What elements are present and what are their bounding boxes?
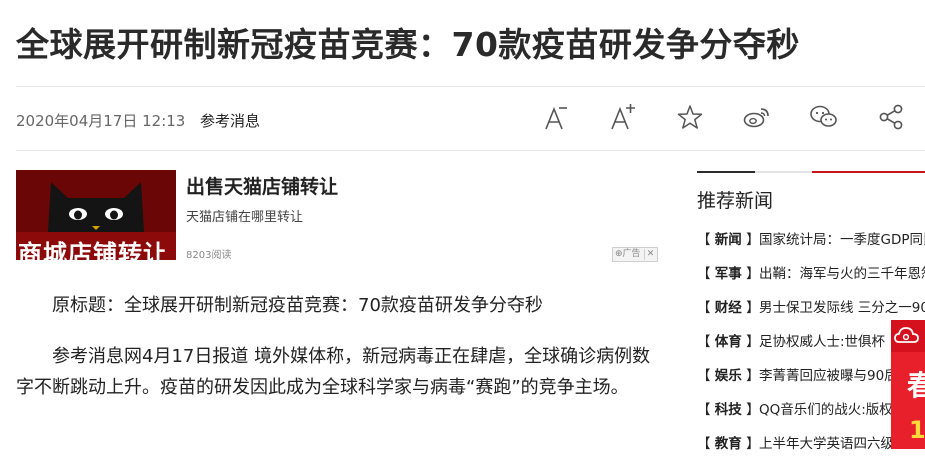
news-category: 【 军事 】 bbox=[697, 266, 760, 282]
news-headline[interactable]: QQ音乐们的战火:版权 bbox=[759, 402, 893, 418]
sidebar-title: 推荐新闻 bbox=[697, 190, 774, 212]
article-source[interactable]: 参考消息 bbox=[200, 110, 260, 131]
promo-number: 1 bbox=[909, 416, 925, 444]
news-headline[interactable]: 男士保卫发际线 三分之一90后 bbox=[759, 300, 925, 316]
header-divider bbox=[16, 86, 925, 87]
promo-cloud-icon bbox=[891, 320, 925, 352]
publish-date: 2020年04月17日 12:13 bbox=[16, 112, 186, 130]
star-icon[interactable] bbox=[675, 100, 705, 134]
ad-close-icon[interactable]: ✕ bbox=[645, 249, 657, 260]
news-category: 【 体育 】 bbox=[697, 334, 760, 350]
news-category: 【 娱乐 】 bbox=[697, 368, 760, 384]
ad-image-caption: 商城店铺转让 bbox=[18, 240, 168, 260]
ad-title[interactable]: 出售天猫店铺转让 bbox=[186, 172, 338, 199]
font-decrease-icon[interactable] bbox=[541, 100, 571, 134]
ad-read-count: 8203阅读 bbox=[186, 250, 232, 261]
ad-label: ⊕广告 bbox=[613, 249, 645, 260]
ad-subtitle[interactable]: 天猫店铺在哪里转让 bbox=[186, 206, 303, 225]
wechat-icon[interactable] bbox=[809, 100, 839, 134]
meta-divider bbox=[16, 150, 925, 151]
news-headline[interactable]: 足协权威人士:世俱杯 bbox=[759, 334, 885, 350]
sidebar-tab-accent bbox=[697, 171, 755, 173]
news-category: 【 科技 】 bbox=[697, 402, 760, 418]
article-paragraph-original-title: 原标题：全球展开研制新冠疫苗竞赛：70款疫苗研发争分夺秒 bbox=[52, 295, 543, 316]
font-increase-icon[interactable] bbox=[608, 100, 638, 134]
ad-image[interactable]: 商城店铺转让 bbox=[16, 170, 176, 260]
news-item[interactable]: 【 军事 】出鞘：海军与火的三千年恩怨 bbox=[697, 262, 925, 296]
promo-glyph: 春 bbox=[907, 369, 925, 402]
weibo-icon[interactable] bbox=[742, 100, 772, 134]
article-headline: 全球展开研制新冠疫苗竞赛：70款疫苗研发争分夺秒 bbox=[16, 25, 800, 65]
news-category: 【 教育 】 bbox=[697, 436, 760, 452]
news-item[interactable]: 【 新闻 】国家统计局：一季度GDP同比 bbox=[697, 228, 925, 262]
share-icon[interactable] bbox=[876, 100, 906, 134]
article-paragraph: 参考消息网4月17日报道 境外媒体称，新冠病毒正在肆虐，全球确诊病例数字不断跳动… bbox=[16, 346, 651, 398]
news-category: 【 财经 】 bbox=[697, 300, 760, 316]
news-headline[interactable]: 李菁菁回应被曝与90后 bbox=[759, 368, 898, 384]
sidebar-red-accent bbox=[812, 171, 925, 173]
news-headline[interactable]: 上半年大学英语四六级 bbox=[759, 436, 894, 452]
news-headline[interactable]: 国家统计局：一季度GDP同比 bbox=[759, 232, 925, 248]
floating-promo-banner[interactable]: 春 1 bbox=[891, 320, 925, 449]
news-headline[interactable]: 出鞘：海军与火的三千年恩怨 bbox=[759, 266, 925, 282]
ad-badge: ⊕广告 ✕ bbox=[612, 247, 658, 262]
news-category: 【 新闻 】 bbox=[697, 232, 760, 248]
